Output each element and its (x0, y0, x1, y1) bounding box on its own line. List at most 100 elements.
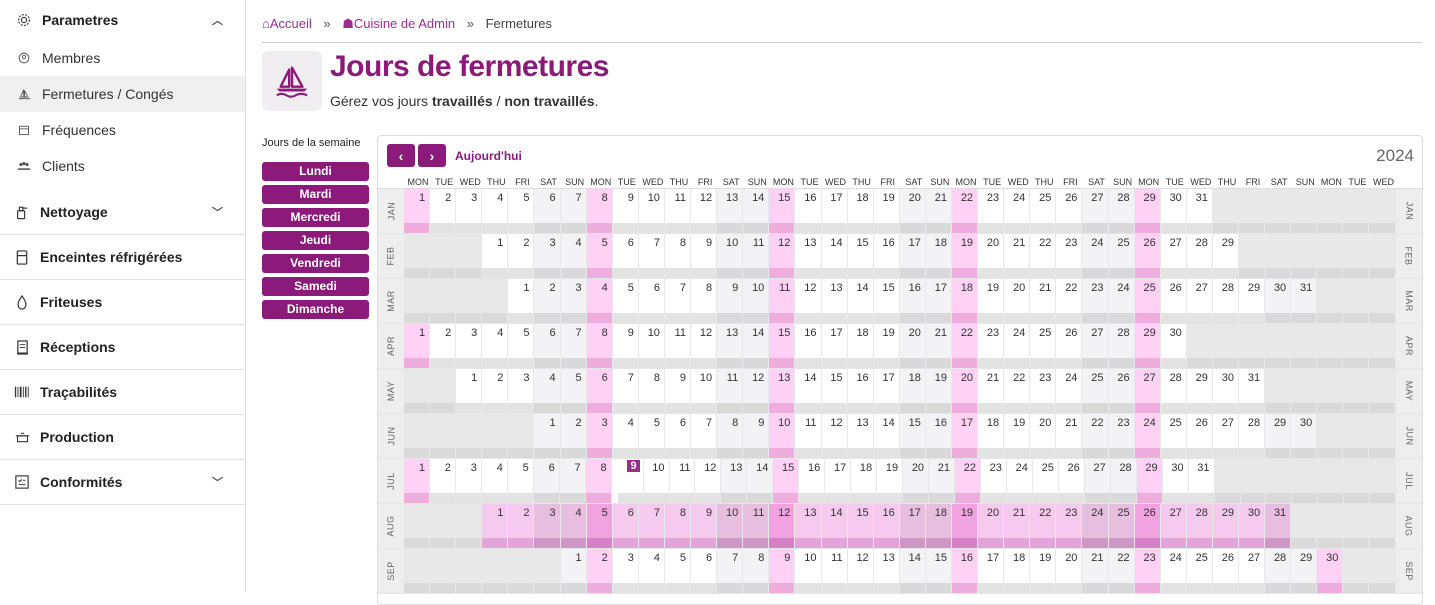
chevron-down-icon[interactable]: ﹀ (212, 474, 223, 490)
day-cell[interactable]: 27 (1160, 504, 1187, 548)
day-cell[interactable]: 28 (1265, 549, 1292, 593)
day-cell[interactable]: 4 (612, 414, 639, 458)
day-cell[interactable]: 4 (482, 189, 509, 233)
day-cell[interactable]: 24 (1082, 504, 1109, 548)
day-cell[interactable]: 17 (899, 234, 926, 278)
weekday-button-mercredi[interactable]: Mercredi (262, 208, 369, 227)
next-year-button[interactable]: › (418, 144, 446, 167)
day-cell[interactable]: 8 (743, 549, 770, 593)
day-cell[interactable]: 12 (769, 504, 796, 548)
day-cell[interactable]: 15 (873, 279, 900, 323)
day-cell[interactable]: 15 (899, 414, 926, 458)
day-cell[interactable]: 10 (769, 414, 796, 458)
day-cell[interactable]: 20 (1004, 279, 1031, 323)
day-cell[interactable]: 27 (1212, 414, 1239, 458)
sidebar-section-enceintes[interactable]: Enceintes réfrigérées (0, 235, 245, 280)
day-cell[interactable]: 17 (821, 189, 848, 233)
day-cell[interactable]: 5 (507, 459, 534, 503)
day-cell[interactable]: 23 (1056, 504, 1083, 548)
day-cell[interactable]: 14 (743, 324, 770, 368)
day-cell[interactable]: 4 (586, 279, 613, 323)
day-cell[interactable]: 7 (664, 279, 692, 323)
day-cell[interactable]: 21 (929, 459, 956, 503)
day-cell[interactable]: 14 (873, 414, 900, 458)
day-cell[interactable]: 5 (508, 324, 535, 368)
sidebar-item-clients[interactable]: Clients (0, 148, 245, 184)
day-cell[interactable]: 13 (821, 279, 848, 323)
day-cell[interactable]: 25 (1032, 459, 1059, 503)
sidebar-section-tracabilites[interactable]: Traçabilités (0, 370, 245, 415)
day-cell[interactable]: 5 (638, 414, 665, 458)
day-cell[interactable]: 1 (404, 324, 431, 368)
day-cell[interactable]: 28 (1108, 324, 1135, 368)
day-cell[interactable]: 8 (664, 504, 692, 548)
day-cell[interactable]: 25 (1186, 549, 1213, 593)
day-cell[interactable]: 27 (1160, 234, 1187, 278)
day-cell[interactable]: 19 (1004, 414, 1031, 458)
day-cell[interactable]: 11 (795, 414, 822, 458)
day-cell[interactable]: 3 (560, 279, 587, 323)
day-cell[interactable]: 11 (717, 369, 744, 413)
day-cell[interactable]: 1 (404, 459, 430, 503)
day-cell[interactable]: 26 (1058, 459, 1085, 503)
weekday-button-samedi[interactable]: Samedi (262, 277, 369, 296)
day-cell[interactable]: 10 (638, 189, 665, 233)
day-cell[interactable]: 28 (1212, 279, 1239, 323)
day-cell[interactable]: 6 (586, 369, 613, 413)
day-cell[interactable]: 29 (1134, 324, 1161, 368)
day-cell[interactable]: 25 (1134, 279, 1161, 323)
day-cell[interactable]: 14 (743, 189, 770, 233)
day-cell[interactable]: 25 (1082, 369, 1109, 413)
day-cell[interactable]: 7 (559, 459, 586, 503)
day-cell[interactable]: 5 (612, 279, 639, 323)
day-cell[interactable]: 30 (1291, 414, 1318, 458)
day-cell[interactable]: 18 (847, 189, 874, 233)
day-cell[interactable]: 7 (612, 369, 639, 413)
day-cell[interactable]: 18 (925, 234, 952, 278)
day-cell[interactable]: 19 (951, 504, 979, 548)
day-cell[interactable]: 4 (638, 549, 665, 593)
day-cell[interactable]: 27 (1084, 459, 1111, 503)
day-cell[interactable]: 11 (769, 279, 796, 323)
day-cell[interactable]: 20 (951, 369, 979, 413)
day-cell[interactable]: 27 (1186, 279, 1213, 323)
day-cell[interactable]: 3 (455, 459, 482, 503)
day-cell[interactable]: 23 (1134, 549, 1161, 593)
day-cell[interactable]: 31 (1265, 504, 1292, 548)
day-cell[interactable]: 12 (695, 459, 722, 503)
day-cell[interactable]: 10 (643, 459, 670, 503)
day-cell[interactable]: 4 (560, 504, 587, 548)
sidebar-section-nettoyage[interactable]: Nettoyage ﹀ (0, 190, 245, 235)
day-cell[interactable]: 17 (925, 279, 952, 323)
day-cell[interactable]: 16 (795, 324, 822, 368)
day-cell[interactable]: 23 (1056, 234, 1083, 278)
day-cell[interactable]: 21 (1004, 504, 1031, 548)
day-cell[interactable]: 31 (1188, 459, 1215, 503)
day-cell[interactable]: 17 (873, 369, 900, 413)
day-cell[interactable]: 22 (1030, 504, 1057, 548)
day-cell[interactable]: 11 (743, 504, 770, 548)
sidebar-section-parametres[interactable]: Parametres ︿ (0, 0, 245, 40)
day-cell[interactable]: 10 (638, 324, 665, 368)
day-cell[interactable]: 6 (612, 234, 639, 278)
day-cell[interactable]: 2 (429, 459, 456, 503)
chevron-down-icon[interactable]: ﹀ (212, 204, 223, 220)
day-cell[interactable]: 15 (769, 324, 796, 368)
sidebar-section-receptions[interactable]: Réceptions (0, 325, 245, 370)
day-cell[interactable]: 26 (1134, 234, 1161, 278)
day-cell[interactable]: 27 (1239, 549, 1266, 593)
day-cell[interactable]: 1 (456, 369, 483, 413)
day-cell[interactable]: 21 (1030, 279, 1057, 323)
day-cell[interactable]: 20 (1056, 549, 1083, 593)
sidebar-section-friteuses[interactable]: Friteuses (0, 280, 245, 325)
day-cell[interactable]: 30 (1160, 189, 1187, 233)
day-cell[interactable]: 2 (586, 549, 613, 593)
day-cell[interactable]: 22 (1108, 549, 1135, 593)
day-cell[interactable]: 25 (1030, 189, 1057, 233)
today-button[interactable]: Aujourd'hui (455, 149, 522, 163)
day-cell[interactable]: 28 (1160, 369, 1187, 413)
day-cell[interactable]: 23 (1082, 279, 1109, 323)
chevron-up-icon[interactable]: ︿ (212, 12, 223, 28)
day-cell[interactable]: 24 (1160, 549, 1187, 593)
day-cell[interactable]: 18 (1004, 549, 1031, 593)
